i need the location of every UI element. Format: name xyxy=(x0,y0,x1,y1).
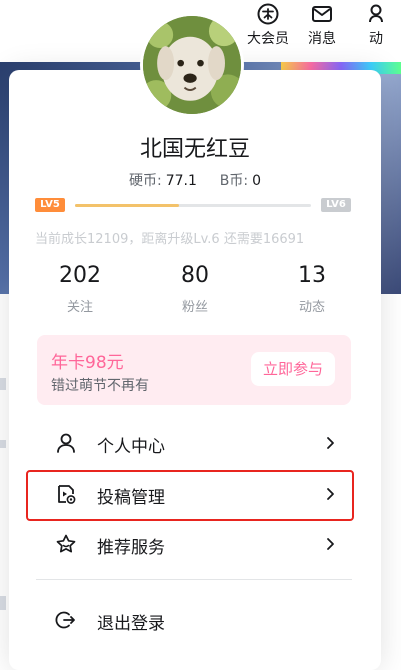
menu-item-label: 个人中心 xyxy=(97,437,165,457)
nav-message[interactable]: 消息 xyxy=(295,0,349,48)
background-edge xyxy=(0,378,6,390)
username[interactable]: 北国无红豆 xyxy=(9,131,381,163)
menu-item-label: 退出登录 xyxy=(97,614,165,634)
menu-item-recommended-services[interactable]: 推荐服务 xyxy=(37,522,351,568)
nav-vip[interactable]: 大会员 xyxy=(241,0,295,48)
user-icon xyxy=(57,433,75,453)
vip-icon xyxy=(257,3,279,25)
stat-followers-label: 粉丝 xyxy=(181,300,208,315)
next-level-badge: LV6 xyxy=(321,198,351,212)
top-nav: 大会员 消息 动 xyxy=(241,0,401,58)
menu-item-label: 推荐服务 xyxy=(97,538,165,558)
stat-following-value: 202 xyxy=(59,263,101,288)
coins-value: 77.1 xyxy=(165,173,197,189)
coins-label: 硬币: xyxy=(128,173,162,189)
stat-followers-value: 80 xyxy=(181,263,209,288)
stat-followers[interactable]: 80 粉丝 xyxy=(150,263,240,315)
background-edge xyxy=(0,596,6,610)
promo-banner[interactable]: 年卡98元 错过萌节不再有 立即参与 xyxy=(37,335,351,405)
level-progress-text: 当前成长12109，距离升级Lv.6 还需要16691 xyxy=(35,232,305,247)
chevron-right-icon xyxy=(327,538,334,550)
menu-item-personal-center[interactable]: 个人中心 xyxy=(37,421,351,467)
level-progress-fill xyxy=(75,204,179,207)
avatar[interactable] xyxy=(140,13,244,117)
promo-subtitle: 错过萌节不再有 xyxy=(51,378,149,394)
stat-following[interactable]: 202 关注 xyxy=(35,263,125,315)
nav-vip-label: 大会员 xyxy=(247,31,289,47)
stats-row: 202 关注 80 粉丝 13 动态 xyxy=(35,263,355,323)
stat-dynamics[interactable]: 13 动态 xyxy=(267,263,357,315)
dog-avatar-image xyxy=(143,16,241,114)
star-service-icon xyxy=(56,534,76,553)
message-icon xyxy=(312,6,332,22)
nav-dynamic[interactable]: 动 xyxy=(349,0,401,48)
nav-dynamic-label: 动 xyxy=(369,31,383,47)
bcoin-label: B币: xyxy=(219,173,249,189)
stat-dynamics-label: 动态 xyxy=(298,300,325,315)
stat-dynamics-value: 13 xyxy=(298,263,326,288)
level-progress-track xyxy=(75,204,311,207)
logout-icon xyxy=(55,611,75,629)
join-now-button[interactable]: 立即参与 xyxy=(251,352,335,386)
bcoin-value: 0 xyxy=(252,173,262,189)
promo-title: 年卡98元 xyxy=(51,353,124,373)
dynamic-icon xyxy=(369,4,383,23)
highlight-box xyxy=(26,470,354,521)
menu-divider xyxy=(36,579,352,580)
stat-following-label: 关注 xyxy=(66,300,93,315)
nav-message-label: 消息 xyxy=(308,31,336,47)
current-level-badge: LV5 xyxy=(35,198,65,212)
coin-info: 硬币: 77.1 B币: 0 xyxy=(9,170,381,190)
chevron-right-icon xyxy=(327,437,334,449)
menu-item-logout[interactable]: 退出登录 xyxy=(37,598,351,644)
background-edge xyxy=(0,440,6,448)
level-bar: LV5 LV6 xyxy=(35,198,351,214)
